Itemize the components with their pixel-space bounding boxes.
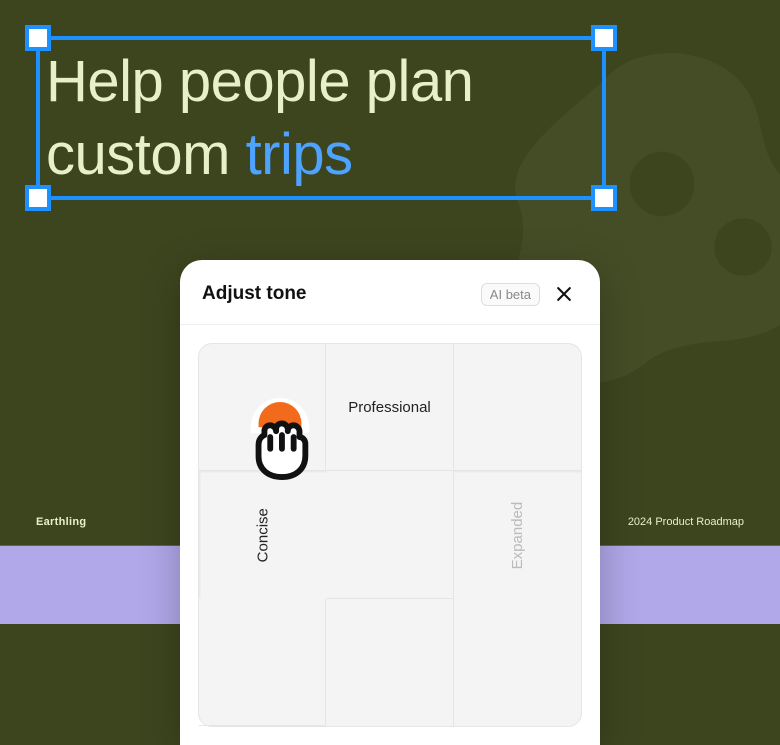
footer-brand: Earthling — [36, 516, 86, 528]
grid-cell[interactable] — [454, 599, 581, 726]
headline-text[interactable]: Help people plan custom trips — [46, 46, 473, 191]
resize-handle-tr[interactable] — [591, 25, 617, 51]
adjust-tone-panel: Adjust tone AI beta Professional Concise… — [180, 260, 600, 745]
close-icon — [554, 284, 574, 304]
grid-cell[interactable] — [199, 599, 326, 726]
tone-label-left[interactable]: Concise — [199, 471, 326, 598]
resize-handle-br[interactable] — [591, 185, 617, 211]
grid-cell[interactable] — [199, 344, 326, 471]
grid-cell[interactable] — [326, 599, 453, 726]
headline-line2-prefix: custom — [46, 122, 246, 187]
close-button[interactable] — [550, 280, 578, 308]
grid-cell-center[interactable] — [326, 471, 453, 598]
tone-label-top[interactable]: Professional — [326, 344, 453, 471]
tone-grid[interactable]: Professional Concise Expanded — [198, 343, 582, 727]
panel-header: Adjust tone AI beta — [180, 260, 600, 324]
footer-right-text: 2024 Product Roadmap — [628, 516, 744, 528]
panel-title: Adjust tone — [202, 283, 471, 305]
tone-label-right[interactable]: Expanded — [454, 471, 581, 598]
ai-beta-badge: AI beta — [481, 283, 540, 306]
headline-line1: Help people plan — [46, 49, 473, 114]
headline-accent: trips — [246, 122, 353, 187]
grid-cell[interactable] — [454, 344, 581, 471]
